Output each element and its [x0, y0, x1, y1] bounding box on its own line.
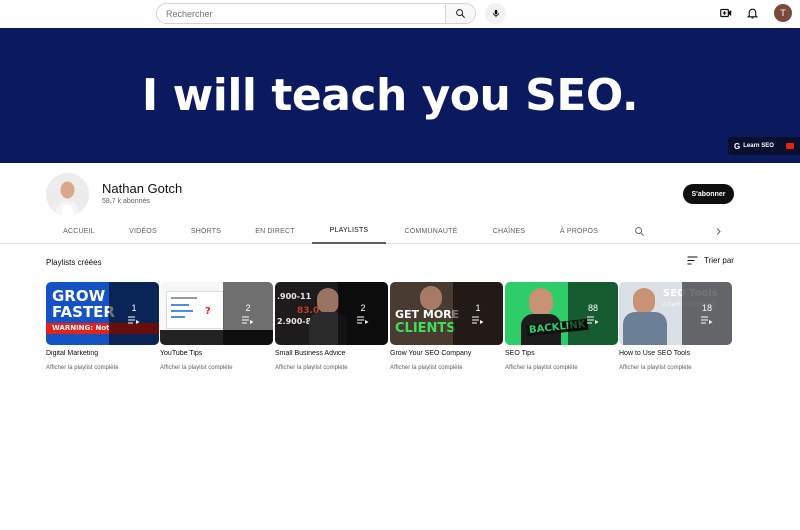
playlist-thumbnail[interactable]: GET MORE CLIENTS 1 — [390, 282, 503, 345]
playlist-count-overlay: 2 — [223, 282, 273, 345]
playlist-title[interactable]: How to Use SEO Tools — [619, 350, 732, 357]
playlist-title[interactable]: Small Business Advice — [275, 350, 388, 357]
playlist-icon — [587, 316, 599, 324]
playlist-icon — [472, 316, 484, 324]
subscriber-count: 58,7 k abonnés — [102, 198, 150, 205]
thumbnail-text: WARNING: Not — [52, 324, 110, 332]
tab-search-button[interactable] — [626, 218, 652, 244]
user-avatar[interactable]: T — [774, 4, 792, 22]
banner-link-badge[interactable]: G Learn SEO — [728, 137, 800, 155]
view-full-playlist-link[interactable]: Afficher la playlist complète — [46, 365, 159, 371]
playlist-card[interactable]: ? 2 YouTube Tips Afficher la playlist co… — [160, 282, 273, 371]
view-full-playlist-link[interactable]: Afficher la playlist complète — [275, 365, 388, 371]
playlist-icon — [242, 316, 254, 324]
playlist-thumbnail[interactable]: .900-11 83.0 2.900-85 2 — [275, 282, 388, 345]
video-count: 2 — [360, 303, 366, 313]
tab-channels[interactable]: CHAÎNES — [476, 218, 542, 244]
top-bar: T — [0, 0, 800, 28]
playlist-icon — [128, 316, 140, 324]
create-video-button[interactable] — [718, 5, 734, 21]
channel-banner: I will teach you SEO. G Learn SEO — [0, 28, 800, 163]
tab-home[interactable]: ACCUEIL — [46, 218, 112, 244]
section-title: Playlists créées — [46, 258, 102, 267]
create-video-icon — [720, 8, 732, 18]
channel-tabs: ACCUEIL VIDÉOS SHORTS EN DIRECT PLAYLIST… — [0, 218, 800, 244]
playlist-card[interactable]: BACKLINK 88 SEO Tips Afficher la playlis… — [505, 282, 618, 371]
tab-live[interactable]: EN DIRECT — [238, 218, 312, 244]
playlist-thumbnail[interactable]: SEO Tools (I Can't Live Without) 18 — [619, 282, 732, 345]
playlist-count-overlay: 1 — [453, 282, 503, 345]
thumbnail-text: .900-11 — [277, 292, 312, 301]
subscribe-button[interactable]: S'abonner — [683, 184, 734, 204]
thumbnail-screen-image: ? — [166, 291, 224, 329]
chevron-right-icon — [716, 227, 721, 235]
search-button[interactable] — [445, 4, 475, 23]
thumbnail-text: FASTER — [52, 303, 115, 321]
tab-playlists[interactable]: PLAYLISTS — [312, 218, 386, 244]
bell-icon — [746, 8, 758, 19]
playlist-card[interactable]: SEO Tools (I Can't Live Without) 18 How … — [619, 282, 732, 371]
tab-shorts[interactable]: SHORTS — [174, 218, 238, 244]
playlist-title[interactable]: SEO Tips — [505, 350, 618, 357]
playlist-thumbnail[interactable]: ? 2 — [160, 282, 273, 345]
video-count: 88 — [587, 303, 598, 313]
tab-videos[interactable]: VIDÉOS — [112, 218, 174, 244]
video-count: 2 — [245, 303, 251, 313]
playlist-icon — [701, 316, 713, 324]
g-logo-icon: G — [734, 141, 741, 151]
playlist-count-overlay: 2 — [338, 282, 388, 345]
search-input[interactable] — [157, 4, 447, 23]
thumbnail-text: GET MORE — [395, 308, 460, 321]
video-count: 18 — [701, 303, 712, 313]
view-full-playlist-link[interactable]: Afficher la playlist complète — [619, 365, 732, 371]
video-count: 1 — [131, 303, 137, 313]
playlist-count-overlay: 18 — [682, 282, 732, 345]
playlist-card[interactable]: GROW FASTER WARNING: Not 1 Digital Marke… — [46, 282, 159, 371]
playlist-title[interactable]: Digital Marketing — [46, 350, 159, 357]
channel-avatar — [46, 173, 89, 216]
banner-headline: I will teach you SEO. — [141, 70, 639, 121]
view-full-playlist-link[interactable]: Afficher la playlist complète — [160, 365, 273, 371]
playlist-card[interactable]: .900-11 83.0 2.900-85 2 Small Business A… — [275, 282, 388, 371]
tabs-scroll-right-button[interactable] — [708, 218, 728, 244]
playlist-title[interactable]: Grow Your SEO Company — [390, 350, 503, 357]
sort-button[interactable]: Trier par — [687, 256, 734, 265]
search-icon — [456, 9, 465, 18]
video-count: 1 — [475, 303, 481, 313]
tab-about[interactable]: À PROPOS — [542, 218, 616, 244]
notifications-button[interactable] — [744, 5, 760, 21]
youtube-logo-icon — [786, 143, 794, 149]
playlist-card[interactable]: GET MORE CLIENTS 1 Grow Your SEO Company… — [390, 282, 503, 371]
voice-search-button[interactable] — [485, 3, 506, 24]
sort-label: Trier par — [704, 256, 734, 265]
tab-community[interactable]: COMMUNAUTÉ — [386, 218, 476, 244]
banner-link-label: Learn SEO — [743, 143, 774, 149]
playlist-title[interactable]: YouTube Tips — [160, 350, 273, 357]
thumbnail-text: CLIENTS — [395, 321, 456, 336]
sort-icon — [687, 256, 698, 265]
channel-name: Nathan Gotch — [102, 181, 183, 196]
search-icon — [634, 226, 644, 236]
playlist-count-overlay: 88 — [568, 282, 618, 345]
playlist-thumbnail[interactable]: GROW FASTER WARNING: Not 1 — [46, 282, 159, 345]
view-full-playlist-link[interactable]: Afficher la playlist complète — [390, 365, 503, 371]
search-box — [156, 3, 476, 24]
microphone-icon — [492, 9, 499, 18]
view-full-playlist-link[interactable]: Afficher la playlist complète — [505, 365, 618, 371]
playlist-count-overlay: 1 — [109, 282, 159, 345]
channel-avatar-image — [46, 173, 89, 216]
playlist-thumbnail[interactable]: BACKLINK 88 — [505, 282, 618, 345]
playlist-icon — [357, 316, 369, 324]
